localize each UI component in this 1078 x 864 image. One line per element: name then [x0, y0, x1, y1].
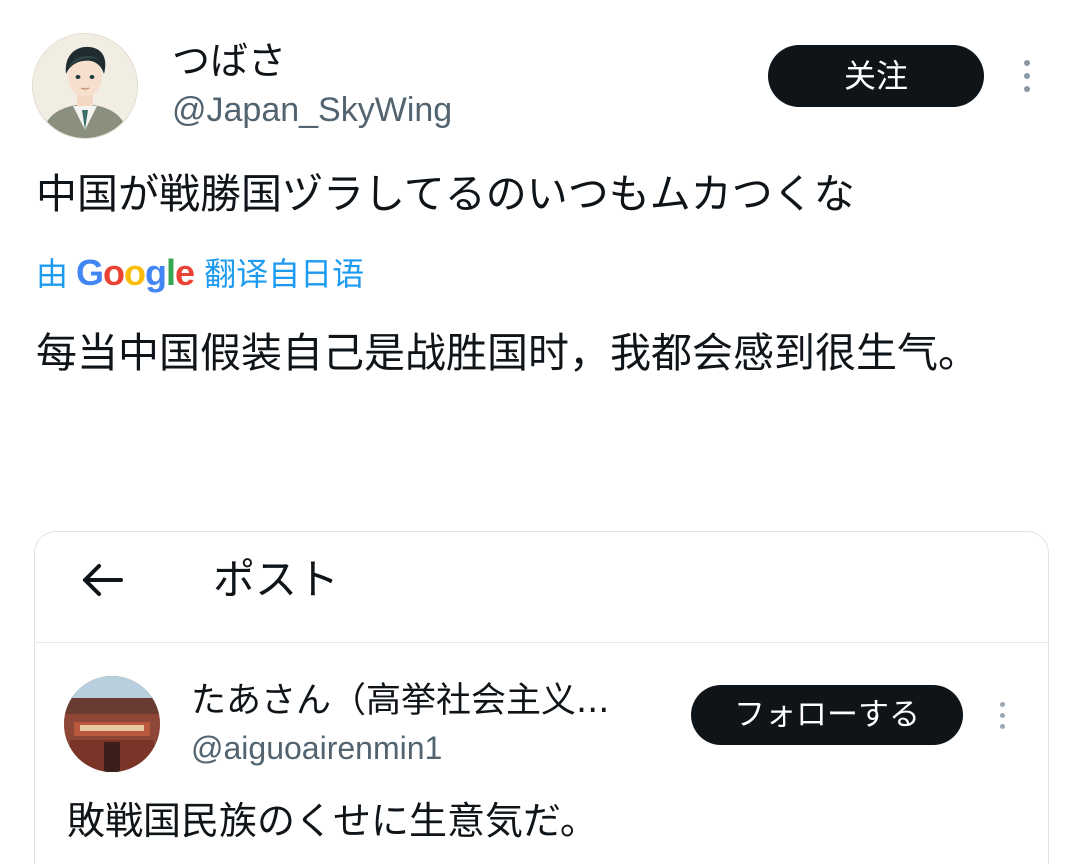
arrow-left-svg: [83, 564, 123, 596]
dot: [1024, 86, 1030, 92]
translation-attribution[interactable]: 由 Google 翻译自日语: [36, 250, 364, 296]
quoted-follow-button[interactable]: フォローする: [691, 685, 963, 745]
author-avatar[interactable]: [32, 33, 138, 139]
card-title: ポスト: [213, 555, 340, 604]
dot: [1000, 713, 1005, 718]
dot: [1024, 73, 1030, 79]
dot: [1024, 60, 1030, 66]
google-logo: Google: [76, 252, 195, 293]
avatar-photo-icon: [64, 676, 160, 772]
translation-prefix: 由: [36, 255, 69, 293]
more-vertical-icon[interactable]: [1016, 56, 1038, 96]
arrow-left-icon[interactable]: [81, 556, 129, 608]
page: つばさ @Japan_SkyWing 关注 中国が戦勝国ヅラしてるのいつもムカつ…: [0, 0, 1078, 864]
card-header: ポスト: [35, 532, 1048, 643]
avatar-illustrated-man-icon: [33, 34, 137, 138]
quoted-more-vertical-icon[interactable]: [993, 698, 1013, 734]
author-handle[interactable]: @Japan_SkyWing: [172, 88, 452, 132]
translated-text: 每当中国假装自己是战胜国时，我都会感到很生气。: [36, 329, 979, 377]
follow-button[interactable]: 关注: [768, 45, 984, 107]
dot: [1000, 702, 1005, 707]
dot: [1000, 724, 1005, 729]
translation-suffix: 翻译自日语: [204, 255, 365, 293]
quoted-author-handle[interactable]: @aiguoairenmin1: [191, 726, 442, 770]
author-display-name[interactable]: つばさ: [172, 38, 286, 84]
quoted-author-avatar[interactable]: [64, 676, 160, 772]
tweet-text: 中国が戦勝国ヅラしてるのいつもムカつくな: [36, 170, 855, 218]
embedded-screenshot-card[interactable]: ポスト たあさん（高挙社会主义... @aiguoairenmin1 フォローす…: [34, 531, 1049, 864]
quoted-author-name[interactable]: たあさん（高挙社会主义...: [191, 678, 609, 724]
quoted-post-text: 敗戦国民族のくせに生意気だ。: [67, 799, 598, 843]
